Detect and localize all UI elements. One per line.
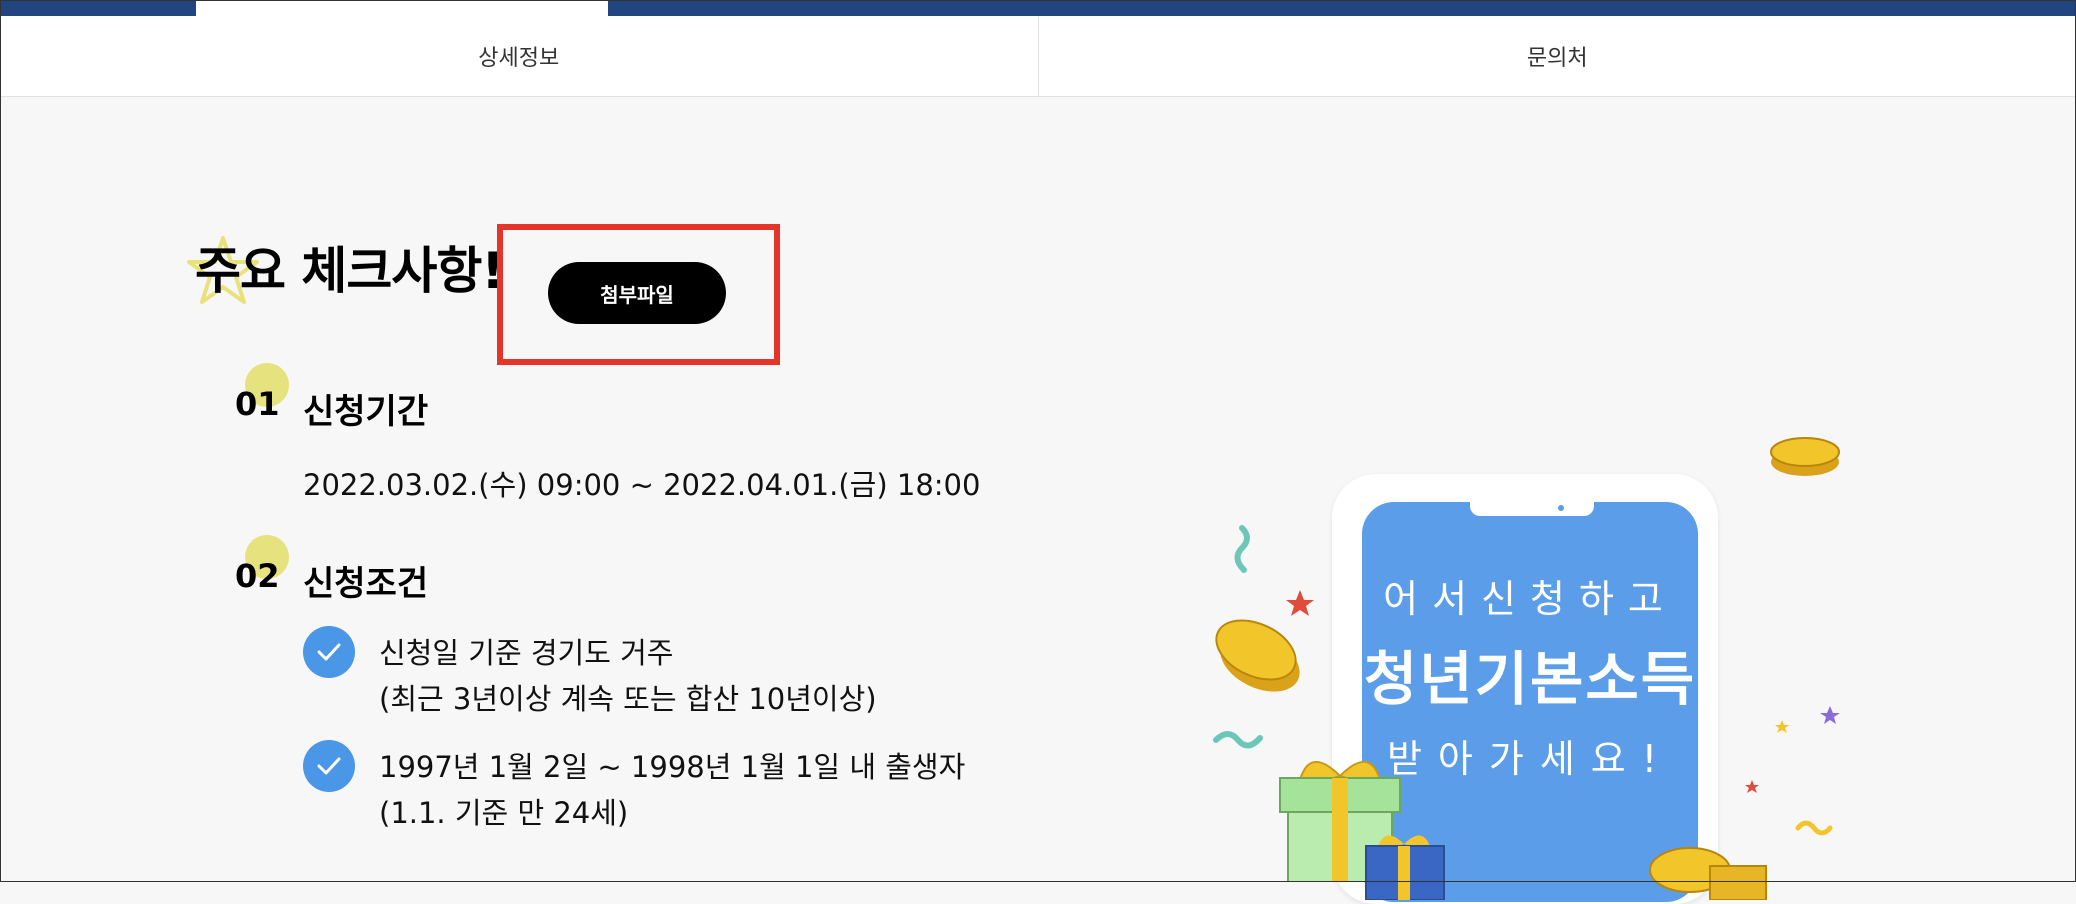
coin-icon bbox=[1648, 830, 1768, 900]
banner-headline: 청년기본소득 bbox=[1362, 632, 1698, 716]
top-accent-bar bbox=[0, 0, 2076, 16]
coin-icon bbox=[1765, 424, 1845, 484]
gift-box-icon bbox=[1360, 830, 1450, 900]
section-number: 02 bbox=[235, 557, 280, 595]
section-title-conditions: 신청조건 bbox=[303, 556, 428, 605]
phone-camera bbox=[1558, 505, 1564, 511]
condition-note: (최근 3년이상 계속 또는 합산 10년이상) bbox=[379, 676, 877, 722]
section-number: 01 bbox=[235, 385, 280, 423]
heading-block: 주요 체크사항! bbox=[195, 240, 503, 303]
attachment-button[interactable]: 첨부파일 bbox=[548, 262, 726, 324]
active-tab-indicator bbox=[196, 0, 608, 16]
condition-item: 신청일 기준 경기도 거주 (최근 3년이상 계속 또는 합산 10년이상) bbox=[303, 630, 877, 722]
banner-line: 어서신청하고 bbox=[1362, 568, 1698, 623]
banner-line: 받아가세요! bbox=[1362, 728, 1698, 783]
page-title: 주요 체크사항! bbox=[195, 240, 503, 303]
tab-contact[interactable]: 문의처 bbox=[1038, 16, 2076, 96]
tab-bar: 상세정보 문의처 bbox=[0, 16, 2076, 97]
condition-item: 1997년 1월 2일 ~ 1998년 1월 1일 내 출생자 (1.1. 기준… bbox=[303, 744, 965, 836]
coin-icon bbox=[1210, 610, 1310, 700]
promo-illustration: 어서신청하고 청년기본소득 받아가세요! bbox=[1200, 410, 1900, 882]
condition-note: (1.1. 기준 만 24세) bbox=[379, 790, 965, 836]
section-title-period: 신청기간 bbox=[303, 384, 428, 433]
condition-line: 1997년 1월 2일 ~ 1998년 1월 1일 내 출생자 bbox=[379, 744, 965, 790]
tab-details[interactable]: 상세정보 bbox=[0, 16, 1038, 96]
application-period: 2022.03.02.(수) 09:00 ~ 2022.04.01.(금) 18… bbox=[303, 462, 980, 504]
check-icon bbox=[303, 740, 355, 792]
phone-notch bbox=[1470, 502, 1594, 516]
condition-line: 신청일 기준 경기도 거주 bbox=[379, 630, 877, 676]
check-icon bbox=[303, 626, 355, 678]
